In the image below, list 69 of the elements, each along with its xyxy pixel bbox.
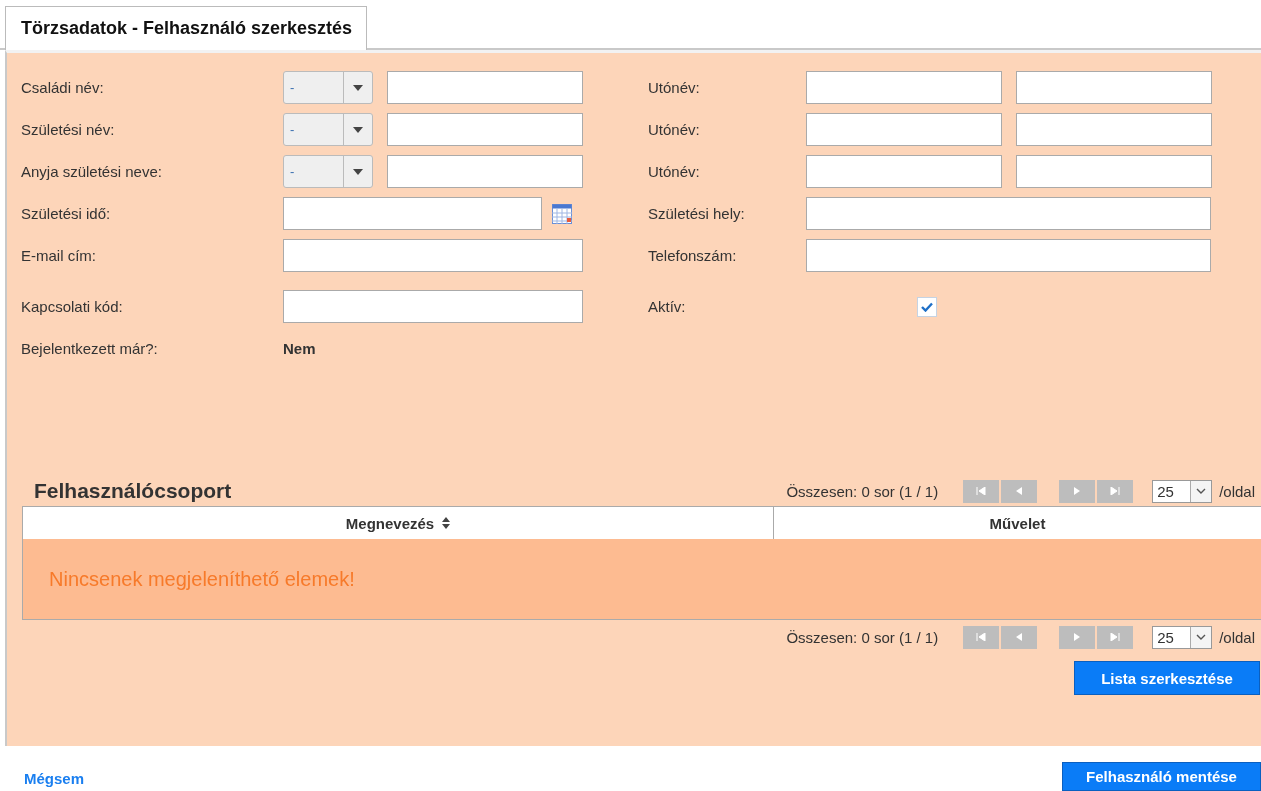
dropdown[interactable]: - — [283, 155, 373, 188]
input-field[interactable] — [1016, 113, 1212, 146]
caret-icon — [353, 84, 363, 91]
input-field[interactable] — [806, 113, 1002, 146]
field-label: Kapcsolati kód: — [21, 298, 124, 315]
last-page-icon — [1110, 487, 1121, 495]
field-label: Születési név: — [21, 121, 116, 138]
field-label: Anyja születési neve: — [21, 163, 163, 180]
input-field[interactable] — [806, 71, 1002, 104]
edit-list-button[interactable]: Lista szerkesztése — [1074, 661, 1260, 695]
field-label: Bejelentkezett már?: — [21, 340, 159, 357]
input-field[interactable] — [806, 155, 1002, 188]
previous-page-button[interactable] — [1001, 479, 1038, 503]
input-field[interactable] — [1016, 155, 1212, 188]
previous-page-button[interactable] — [1001, 625, 1038, 649]
dropdown[interactable]: - — [283, 113, 373, 146]
field-label: Utónév: — [648, 79, 701, 96]
input-field[interactable] — [806, 239, 1211, 272]
sort-icon[interactable] — [442, 517, 451, 529]
checkbox[interactable] — [917, 296, 937, 317]
last-page-icon — [1110, 633, 1121, 641]
next-page-button[interactable] — [1059, 625, 1096, 649]
previous-icon — [1016, 487, 1023, 495]
input-field[interactable] — [387, 113, 583, 146]
section-title: Felhasználócsoport — [34, 479, 232, 503]
first-page-icon — [976, 633, 987, 641]
input-field[interactable] — [387, 71, 583, 104]
chevron-down-icon — [1196, 634, 1207, 640]
checkmark-icon — [921, 301, 933, 312]
field-label: Telefonszám: — [648, 247, 738, 264]
input-field[interactable] — [283, 290, 583, 323]
last-page-button[interactable] — [1097, 625, 1134, 649]
calendar-icon[interactable] — [552, 203, 572, 224]
field-label: Utónév: — [648, 163, 701, 180]
last-page-button[interactable] — [1097, 479, 1134, 503]
input-field[interactable] — [806, 197, 1211, 230]
first-page-button[interactable] — [963, 625, 1000, 649]
field-label: Aktív: — [648, 298, 687, 315]
field-label: Születési idő: — [21, 205, 112, 222]
caret-icon — [353, 168, 363, 175]
save-button[interactable]: Felhasználó mentése — [1062, 762, 1261, 791]
input-field[interactable] — [387, 155, 583, 188]
field-label: Utónév: — [648, 121, 701, 138]
previous-icon — [1016, 633, 1023, 641]
row-count: Összesen: 0 sor (1 / 1) — [786, 628, 939, 646]
chevron-down-icon — [1196, 488, 1207, 494]
next-icon — [1074, 633, 1081, 641]
input-field[interactable] — [283, 239, 583, 272]
empty-message: Nincsenek megjeleníthető elemek! — [49, 567, 355, 591]
column-header[interactable]: Művelet — [774, 507, 1261, 539]
page-size-dropdown[interactable]: 25 — [1152, 479, 1213, 503]
caret-icon — [353, 126, 363, 133]
next-icon — [1074, 487, 1081, 495]
tab[interactable]: Törzsadatok - Felhasználó szerkesztés — [5, 6, 368, 50]
cancel-link[interactable]: Mégsem — [24, 770, 85, 787]
first-page-icon — [976, 487, 987, 495]
input-field[interactable] — [1016, 71, 1212, 104]
row-count: Összesen: 0 sor (1 / 1) — [786, 482, 939, 500]
first-page-button[interactable] — [963, 479, 1000, 503]
dropdown[interactable]: - — [283, 71, 373, 104]
next-page-button[interactable] — [1059, 479, 1096, 503]
per-page-label: /oldal — [1219, 482, 1255, 500]
date-field[interactable] — [283, 197, 542, 230]
field-label: Családi név: — [21, 79, 105, 96]
field-value: Nem — [283, 340, 316, 357]
field-label: Születési hely: — [648, 205, 746, 222]
field-label: E-mail cím: — [21, 247, 97, 264]
per-page-label: /oldal — [1219, 628, 1255, 646]
page-size-dropdown[interactable]: 25 — [1152, 625, 1213, 649]
